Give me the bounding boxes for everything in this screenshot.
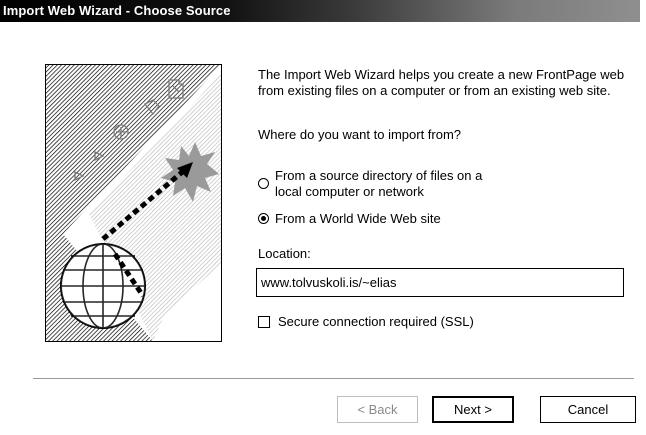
radio-button[interactable] [258, 178, 269, 189]
location-label: Location: [258, 246, 311, 261]
wizard-illustration-svg [45, 64, 222, 342]
radio-world-wide-web[interactable]: From a World Wide Web site [258, 211, 441, 227]
button-divider [33, 378, 634, 379]
radio-source-directory[interactable]: From a source directory of files on a lo… [258, 168, 482, 200]
radio-source-directory-label-line2: local computer or network [275, 184, 424, 199]
radio-source-directory-label-line1: From a source directory of files on a [275, 168, 483, 183]
location-input[interactable] [256, 268, 624, 297]
radio-button-selected[interactable] [258, 213, 269, 224]
ssl-checkbox-row[interactable]: Secure connection required (SSL) [258, 314, 474, 329]
ssl-checkbox[interactable] [258, 315, 270, 328]
wizard-illustration [45, 64, 222, 342]
back-button[interactable]: < Back [337, 396, 418, 423]
cancel-button[interactable]: Cancel [540, 396, 636, 423]
radio-source-directory-label: From a source directory of files on a lo… [275, 168, 482, 200]
ssl-label: Secure connection required (SSL) [278, 314, 474, 329]
import-question: Where do you want to import from? [258, 127, 462, 142]
title-bar: Import Web Wizard - Choose Source [0, 0, 640, 22]
next-button[interactable]: Next > [432, 396, 514, 423]
intro-text: The Import Web Wizard helps you create a… [258, 67, 625, 98]
radio-world-wide-web-label: From a World Wide Web site [275, 211, 441, 226]
window-title: Import Web Wizard - Choose Source [3, 3, 231, 18]
globe-icon [60, 243, 146, 329]
